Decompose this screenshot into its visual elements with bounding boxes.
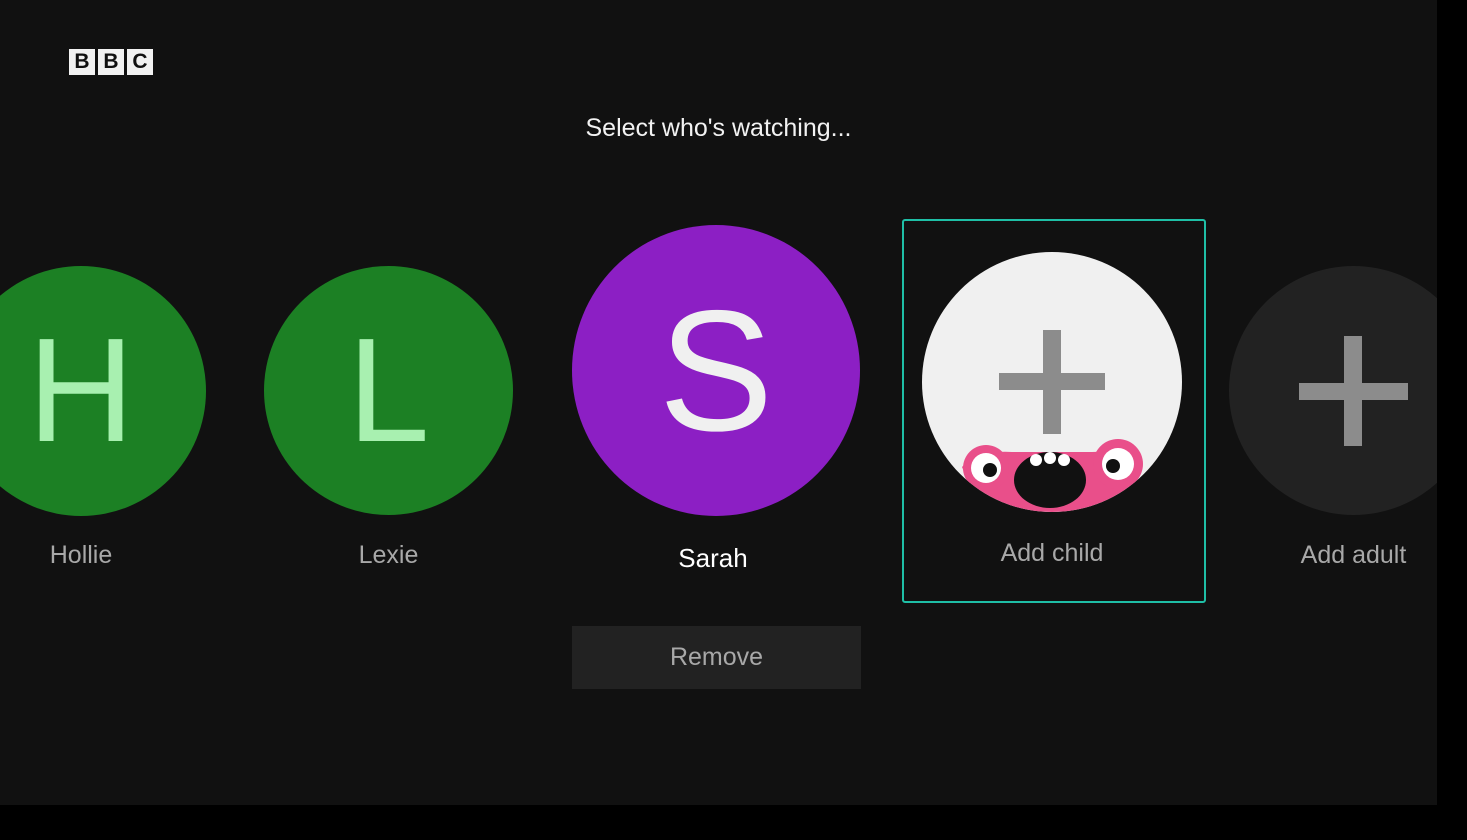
add-child-avatar	[922, 252, 1182, 512]
profile-hollie[interactable]: H Hollie	[0, 266, 206, 576]
logo-letter: C	[127, 49, 153, 75]
avatar: S	[572, 225, 860, 516]
avatar: H	[0, 266, 206, 516]
logo-letter: B	[98, 49, 124, 75]
add-adult-avatar	[1229, 266, 1437, 515]
monster-face-icon	[962, 439, 1143, 512]
add-child-label: Add child	[1000, 539, 1104, 567]
plus-icon	[1299, 336, 1408, 446]
avatar-initial: H	[27, 308, 135, 473]
avatar: L	[264, 266, 513, 515]
bbc-logo: B B C	[69, 49, 153, 75]
page-title: Select who's watching...	[585, 114, 852, 142]
add-child-button[interactable]: Add child	[922, 252, 1182, 582]
remove-button[interactable]: Remove	[572, 626, 861, 689]
profile-name: Sarah	[678, 543, 748, 573]
avatar-initial: S	[658, 274, 774, 467]
avatar-initial: L	[347, 307, 430, 473]
add-adult-label: Add adult	[1300, 541, 1407, 569]
profile-name: Hollie	[49, 541, 113, 569]
profile-sarah[interactable]: S Sarah	[572, 225, 860, 585]
profile-name: Lexie	[358, 541, 419, 569]
logo-letter: B	[69, 49, 95, 75]
profile-select-screen: B B C Select who's watching... H Hollie …	[0, 0, 1437, 805]
add-adult-button[interactable]: Add adult	[1229, 266, 1437, 576]
profile-lexie[interactable]: L Lexie	[264, 266, 513, 576]
